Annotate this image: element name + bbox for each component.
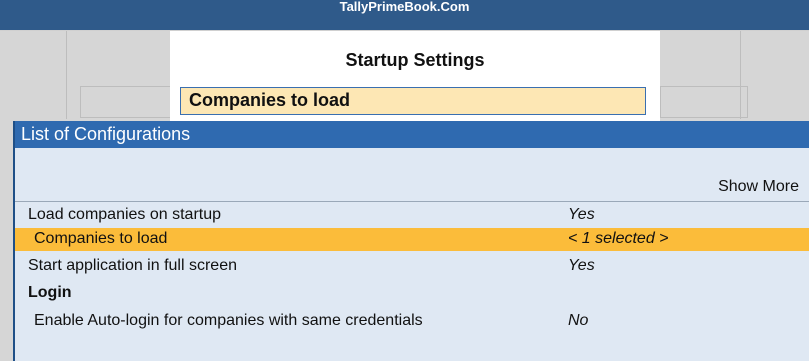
list-of-configurations-panel: List of Configurations Show More Load co… <box>13 121 809 361</box>
startup-settings-panel: Startup Settings Companies to load <box>170 31 660 121</box>
config-row-value: Yes <box>568 206 595 223</box>
config-row-companies-to-load[interactable]: Companies to load < 1 selected > <box>15 228 809 251</box>
config-row-value: < 1 selected > <box>568 230 669 247</box>
list-of-configurations-header: List of Configurations <box>15 121 809 148</box>
window-title: TallyPrimeBook.Com <box>339 0 470 14</box>
companies-to-load-field[interactable]: Companies to load <box>180 87 646 115</box>
window-title-bar: TallyPrimeBook.Com <box>0 0 809 31</box>
screen: TallyPrimeBook.Com Startup Settings Comp… <box>0 0 809 361</box>
config-row-value: No <box>568 312 589 329</box>
config-row-start-in-full-screen[interactable]: Start application in full screen Yes <box>15 255 809 278</box>
background-divider <box>66 31 67 119</box>
divider <box>15 201 809 202</box>
config-row-label: Start application in full screen <box>28 257 237 274</box>
background-box <box>660 86 748 118</box>
background-box <box>80 86 172 118</box>
config-row-label: Load companies on startup <box>28 206 222 223</box>
show-more-button[interactable]: Show More <box>718 178 799 196</box>
companies-to-load-field-label: Companies to load <box>189 90 351 110</box>
startup-settings-title: Startup Settings <box>345 50 485 70</box>
config-row-value: Yes <box>568 257 595 274</box>
config-row-enable-auto-login[interactable]: Enable Auto-login for companies with sam… <box>15 310 809 333</box>
config-row-label: Companies to load <box>34 230 168 247</box>
login-group-heading: Login <box>28 284 72 301</box>
config-row-label: Enable Auto-login for companies with sam… <box>34 312 423 329</box>
config-row-load-companies-on-startup[interactable]: Load companies on startup Yes <box>15 204 809 227</box>
